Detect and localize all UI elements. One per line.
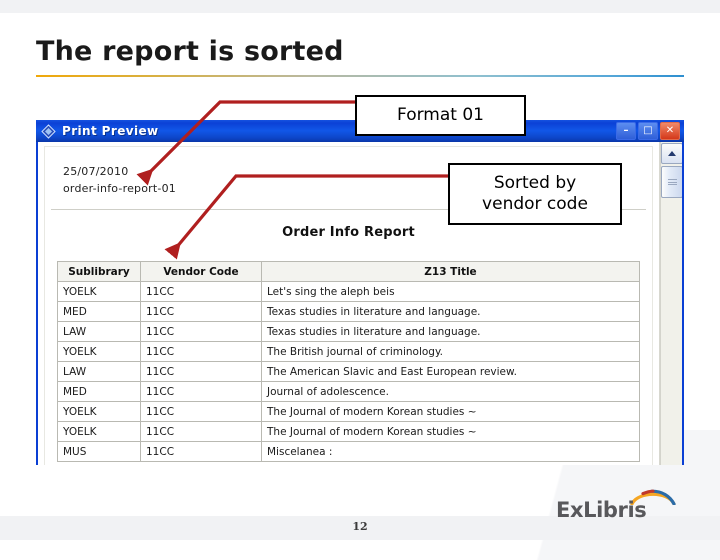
vertical-scrollbar[interactable] bbox=[660, 142, 682, 465]
table-cell: LAW bbox=[57, 361, 141, 382]
title-divider bbox=[36, 75, 684, 77]
callout-sorted-by-vendor-code: Sorted by vendor code bbox=[448, 163, 622, 225]
table-cell: MUS bbox=[57, 441, 141, 462]
page-number: 12 bbox=[352, 520, 368, 533]
table-cell: YOELK bbox=[57, 401, 141, 422]
table-cell: 11CC bbox=[140, 381, 262, 402]
scroll-up-button[interactable] bbox=[661, 143, 682, 164]
report-table-body: YOELK 11CC Let's sing the aleph beis MED 11C… bbox=[57, 281, 640, 462]
diamond-app-icon bbox=[41, 123, 56, 139]
callout-format-label: Format 01 bbox=[397, 105, 484, 125]
scroll-up-arrow-icon bbox=[668, 151, 676, 156]
table-cell: Texas studies in literature and language… bbox=[261, 321, 640, 342]
window-title: Print Preview bbox=[62, 124, 159, 138]
table-row[interactable]: YOELK 11CC The Journal of modern Korean st… bbox=[57, 401, 640, 422]
window-controls: – □ ✕ bbox=[616, 122, 680, 140]
scrollbar-thumb[interactable] bbox=[661, 166, 682, 198]
table-cell: YOELK bbox=[57, 341, 141, 362]
table-cell: Journal of adolescence. bbox=[261, 381, 640, 402]
table-row[interactable]: YOELK 11CC The Journal of modern Korean st… bbox=[57, 421, 640, 442]
minimize-button[interactable]: – bbox=[616, 122, 636, 140]
table-cell: The Journal of modern Korean studies ~ bbox=[261, 421, 640, 442]
table-cell: MED bbox=[57, 301, 141, 322]
table-cell: Miscelanea : bbox=[261, 441, 640, 462]
table-cell: Texas studies in literature and language… bbox=[261, 301, 640, 322]
table-header-row: Sublibrary Vendor Code Z13 Title bbox=[57, 261, 640, 282]
column-header-z13-title[interactable]: Z13 Title bbox=[261, 261, 640, 282]
callout-sorted-label: Sorted by vendor code bbox=[482, 173, 588, 215]
report-table: Sublibrary Vendor Code Z13 Title YOELK 11… bbox=[57, 261, 640, 462]
maximize-icon: □ bbox=[643, 125, 653, 136]
close-icon: ✕ bbox=[665, 125, 675, 136]
table-cell: The British journal of criminology. bbox=[261, 341, 640, 362]
document-meta: 25/07/2010 order-info-report-01 bbox=[63, 163, 176, 197]
top-band bbox=[0, 0, 720, 13]
table-cell: The American Slavic and East European re… bbox=[261, 361, 640, 382]
page-title: The report is sorted bbox=[36, 36, 344, 67]
exlibris-logo-text: ExLibris bbox=[556, 498, 647, 522]
table-cell: 11CC bbox=[140, 401, 262, 422]
table-row[interactable]: MED 11CC Texas studies in literature and l… bbox=[57, 301, 640, 322]
scrollbar-grip-icon bbox=[667, 177, 677, 186]
exlibris-logo: ExLibris bbox=[556, 488, 686, 522]
table-cell: 11CC bbox=[140, 301, 262, 322]
report-table-head: Sublibrary Vendor Code Z13 Title bbox=[57, 261, 640, 282]
slide: The report is sorted Print Preview – □ ✕ bbox=[0, 0, 720, 560]
table-cell: YOELK bbox=[57, 281, 141, 302]
table-cell: 11CC bbox=[140, 281, 262, 302]
table-cell: 11CC bbox=[140, 341, 262, 362]
table-row[interactable]: MUS 11CC Miscelanea : bbox=[57, 441, 640, 462]
table-cell: LAW bbox=[57, 321, 141, 342]
table-cell: MED bbox=[57, 381, 141, 402]
callout-sorted-line2: vendor code bbox=[482, 194, 588, 214]
table-cell: YOELK bbox=[57, 421, 141, 442]
table-cell: Let's sing the aleph beis bbox=[261, 281, 640, 302]
table-row[interactable]: YOELK 11CC Let's sing the aleph beis bbox=[57, 281, 640, 302]
minimize-icon: – bbox=[623, 125, 629, 136]
table-row[interactable]: LAW 11CC Texas studies in literature and l… bbox=[57, 321, 640, 342]
table-cell: The Journal of modern Korean studies ~ bbox=[261, 401, 640, 422]
table-row[interactable]: LAW 11CC The American Slavic and East Euro… bbox=[57, 361, 640, 382]
callout-sorted-line1: Sorted by bbox=[493, 173, 577, 193]
table-cell: 11CC bbox=[140, 441, 262, 462]
report-heading: Order Info Report bbox=[282, 225, 415, 240]
table-row[interactable]: MED 11CC Journal of adolescence. bbox=[57, 381, 640, 402]
column-header-sublibrary[interactable]: Sublibrary bbox=[57, 261, 141, 282]
callout-format-01: Format 01 bbox=[355, 95, 526, 136]
table-row[interactable]: YOELK 11CC The British journal of criminol… bbox=[57, 341, 640, 362]
table-cell: 11CC bbox=[140, 421, 262, 442]
table-cell: 11CC bbox=[140, 361, 262, 382]
report-id: order-info-report-01 bbox=[63, 182, 176, 195]
close-button[interactable]: ✕ bbox=[660, 122, 680, 140]
table-cell: 11CC bbox=[140, 321, 262, 342]
maximize-button[interactable]: □ bbox=[638, 122, 658, 140]
column-header-vendor-code[interactable]: Vendor Code bbox=[140, 261, 262, 282]
report-date: 25/07/2010 bbox=[63, 165, 129, 178]
